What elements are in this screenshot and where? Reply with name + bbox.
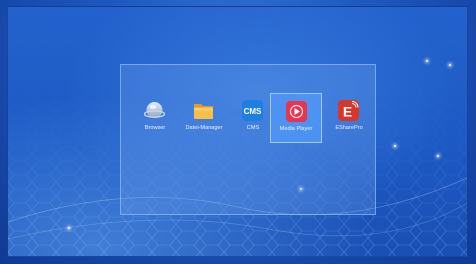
app-label-esharepro: ESharePro <box>335 125 363 131</box>
app-launcher-panel: Browser Datei-Manager CMS CMS Media Play… <box>120 64 376 215</box>
app-esharepro[interactable]: E ESharePro <box>323 93 375 143</box>
eshare-icon-text: E <box>343 104 352 120</box>
sparkle <box>394 145 396 147</box>
browser-icon <box>144 102 165 118</box>
sparkle <box>426 60 428 62</box>
eshare-icon: E <box>338 100 359 121</box>
app-media-player[interactable]: Media Player <box>270 93 322 143</box>
cms-icon: CMS <box>242 100 263 121</box>
sparkle <box>437 155 439 157</box>
app-file-manager[interactable]: Datei-Manager <box>178 93 230 143</box>
media-player-icon <box>286 101 307 122</box>
folder-icon <box>194 104 213 119</box>
sparkle <box>449 64 451 66</box>
cms-icon-text: CMS <box>244 107 262 116</box>
screen: Browser Datei-Manager CMS CMS Media Play… <box>0 0 476 264</box>
sparkle <box>68 227 70 229</box>
app-browser[interactable]: Browser <box>129 93 181 143</box>
desktop-frame: Browser Datei-Manager CMS CMS Media Play… <box>7 6 468 257</box>
